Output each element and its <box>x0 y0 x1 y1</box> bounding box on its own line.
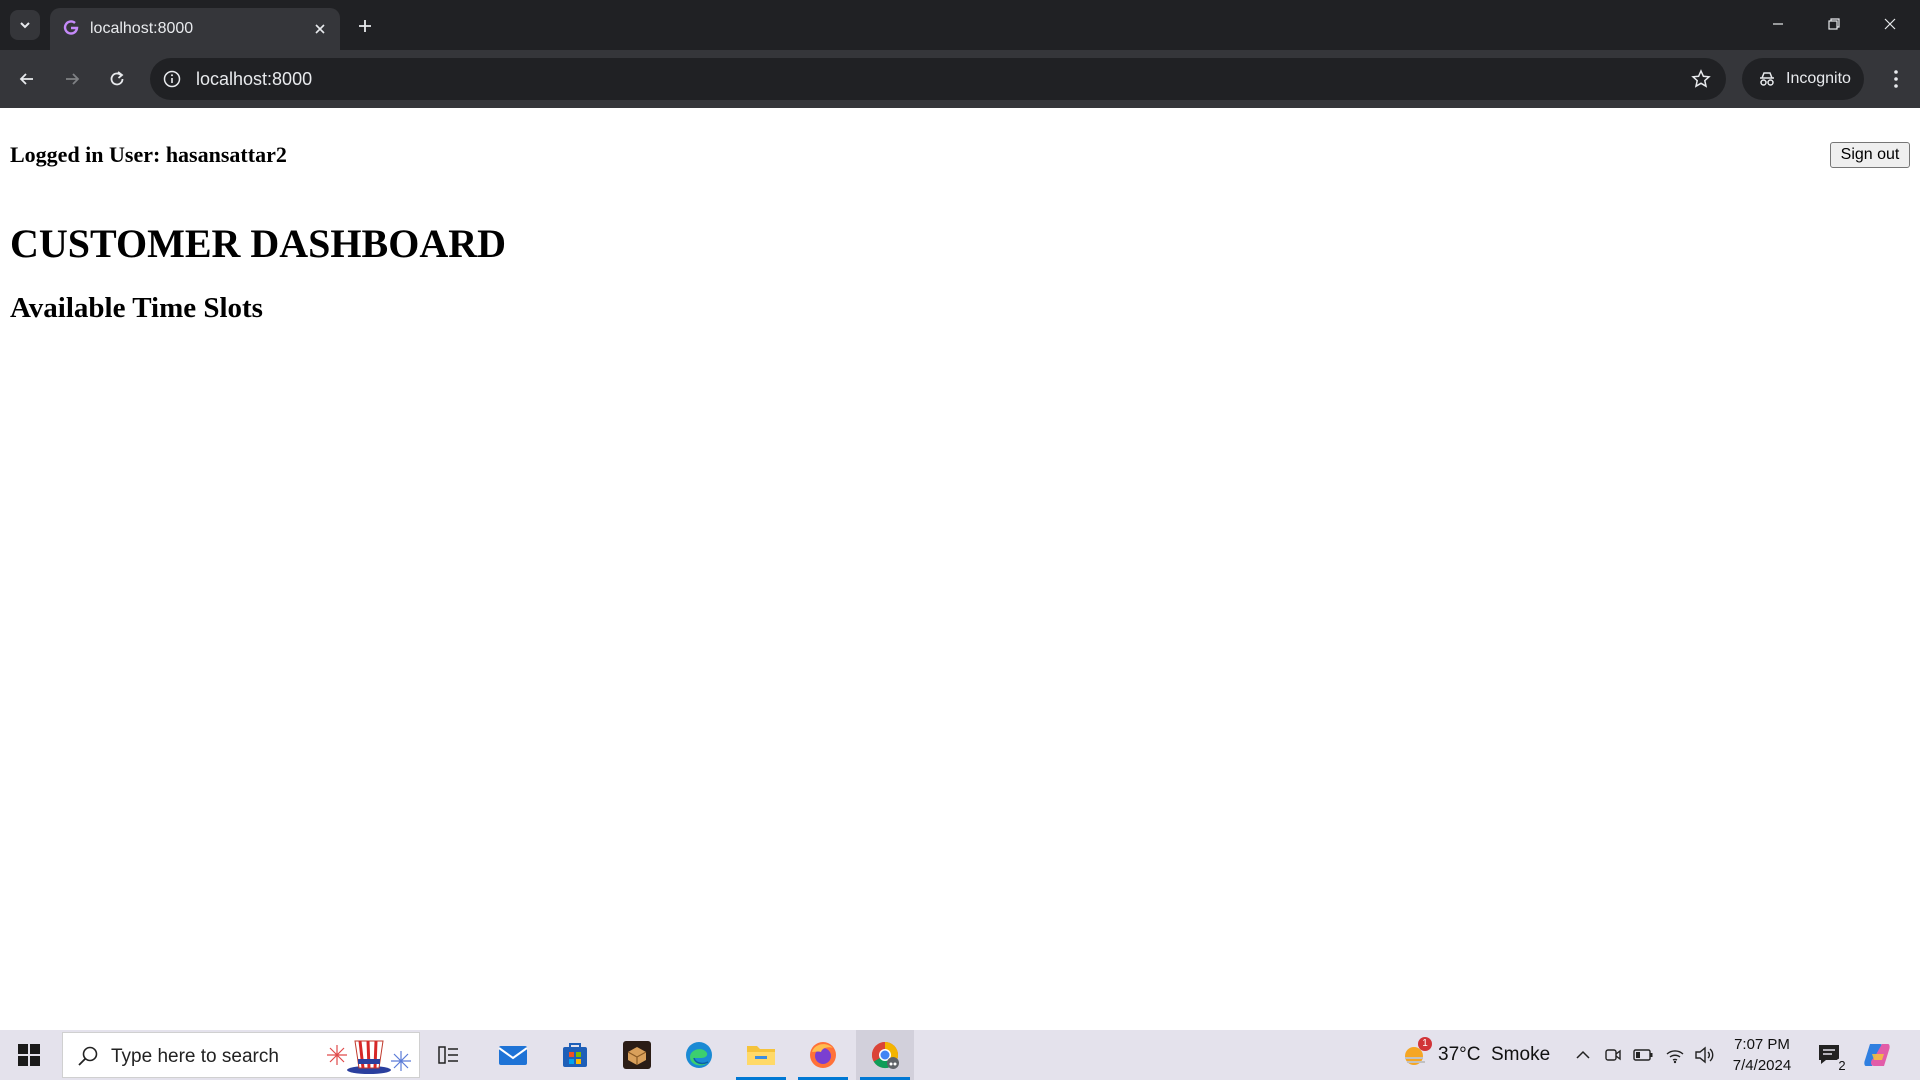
incognito-profile-button[interactable]: Incognito <box>1742 58 1864 100</box>
taskbar: Type here to search 1 37°C Smoke 7:07 PM… <box>0 1030 1920 1080</box>
address-bar[interactable]: localhost:8000 <box>150 58 1726 100</box>
package-box-icon <box>623 1041 651 1069</box>
task-view-icon <box>438 1046 458 1064</box>
forward-button[interactable] <box>56 63 88 95</box>
star-icon <box>1691 69 1711 88</box>
info-icon <box>163 70 181 88</box>
weather-alert-badge: 1 <box>1418 1037 1432 1051</box>
chrome-button[interactable] <box>856 1030 914 1080</box>
restore-window-button[interactable] <box>1812 8 1856 40</box>
section-title: Available Time Slots <box>10 292 263 324</box>
plus-icon <box>359 20 371 32</box>
weather-widget[interactable]: 1 37°C Smoke <box>1402 1030 1550 1080</box>
minimize-icon <box>1773 23 1783 25</box>
browser-tab[interactable]: localhost:8000 <box>50 8 340 50</box>
microsoft-store-icon <box>563 1043 587 1067</box>
address-url: localhost:8000 <box>196 69 313 89</box>
page-title: CUSTOMER DASHBOARD <box>10 221 506 266</box>
arrow-left-icon <box>19 73 33 85</box>
task-view-button[interactable] <box>420 1030 478 1080</box>
site-favicon-icon <box>63 20 79 35</box>
tab-title: localhost:8000 <box>90 20 194 37</box>
edge-browser-button[interactable] <box>670 1030 728 1080</box>
battery-icon <box>1633 1049 1653 1061</box>
more-vertical-icon <box>1894 70 1898 88</box>
show-hidden-icons-button[interactable] <box>1572 1044 1594 1066</box>
incognito-label: Incognito <box>1786 70 1851 87</box>
reload-icon <box>110 71 124 86</box>
store-app-button[interactable] <box>546 1030 604 1080</box>
browser-menu-button[interactable] <box>1880 63 1912 95</box>
package-app-button[interactable] <box>608 1030 666 1080</box>
close-icon <box>1884 18 1896 30</box>
arrow-right-icon <box>66 73 80 85</box>
battery-tray-button[interactable] <box>1632 1044 1654 1066</box>
clock-date: 7/4/2024 <box>1732 1057 1792 1074</box>
network-tray-button[interactable] <box>1664 1044 1686 1066</box>
chevron-up-icon <box>1576 1050 1590 1059</box>
meet-now-tray-button[interactable] <box>1602 1044 1624 1066</box>
close-window-button[interactable] <box>1868 8 1912 40</box>
weather-text: 37°C Smoke <box>1438 1044 1551 1065</box>
reload-button[interactable] <box>101 63 133 95</box>
chrome-incognito-icon <box>871 1041 899 1069</box>
firefox-button[interactable] <box>794 1030 852 1080</box>
firefox-icon <box>810 1042 836 1068</box>
folder-icon <box>747 1046 775 1065</box>
notifications-button[interactable]: 2 <box>1816 1042 1850 1074</box>
new-tab-button[interactable] <box>352 13 378 39</box>
clock-time: 7:07 PM <box>1734 1036 1790 1053</box>
logged-in-user-text: Logged in User: hasansattar2 <box>10 142 287 167</box>
search-placeholder: Type here to search <box>111 1046 279 1067</box>
mail-icon <box>498 1046 528 1065</box>
copilot-button[interactable] <box>1862 1040 1892 1070</box>
search-icon <box>78 1046 98 1066</box>
tab-search-button[interactable] <box>10 10 40 40</box>
minimize-window-button[interactable] <box>1756 8 1800 40</box>
windows-logo-icon <box>18 1044 40 1066</box>
start-button[interactable] <box>0 1030 58 1080</box>
chevron-down-icon <box>20 22 30 29</box>
site-info-button[interactable] <box>162 69 182 89</box>
tab-close-button[interactable] <box>310 19 330 39</box>
notification-count: 2 <box>1834 1058 1850 1074</box>
file-explorer-button[interactable] <box>732 1030 790 1080</box>
copilot-icon <box>1864 1044 1890 1066</box>
wifi-icon <box>1666 1050 1684 1064</box>
page-content: Logged in User: hasansattar2 Sign out CU… <box>0 108 1920 1030</box>
speaker-icon <box>1695 1046 1714 1064</box>
browser-toolbar: localhost:8000 Incognito <box>0 50 1920 108</box>
taskbar-clock[interactable]: 7:07 PM 7/4/2024 <box>1722 1034 1802 1076</box>
search-highlight-uncle-sam-hat-icon <box>327 1040 411 1074</box>
bookmark-button[interactable] <box>1690 68 1712 90</box>
mail-app-button[interactable] <box>484 1030 542 1080</box>
weather-sun-icon: 1 <box>1402 1037 1432 1069</box>
restore-icon <box>1828 18 1840 30</box>
sign-out-button[interactable]: Sign out <box>1830 142 1910 168</box>
volume-tray-button[interactable] <box>1693 1044 1715 1066</box>
close-icon <box>315 24 325 34</box>
back-button[interactable] <box>11 63 43 95</box>
incognito-icon <box>1760 72 1774 86</box>
taskbar-search-input[interactable]: Type here to search <box>62 1032 420 1078</box>
edge-icon <box>686 1042 712 1068</box>
meet-now-icon <box>1605 1049 1621 1061</box>
browser-tab-bar: localhost:8000 <box>0 0 1920 50</box>
